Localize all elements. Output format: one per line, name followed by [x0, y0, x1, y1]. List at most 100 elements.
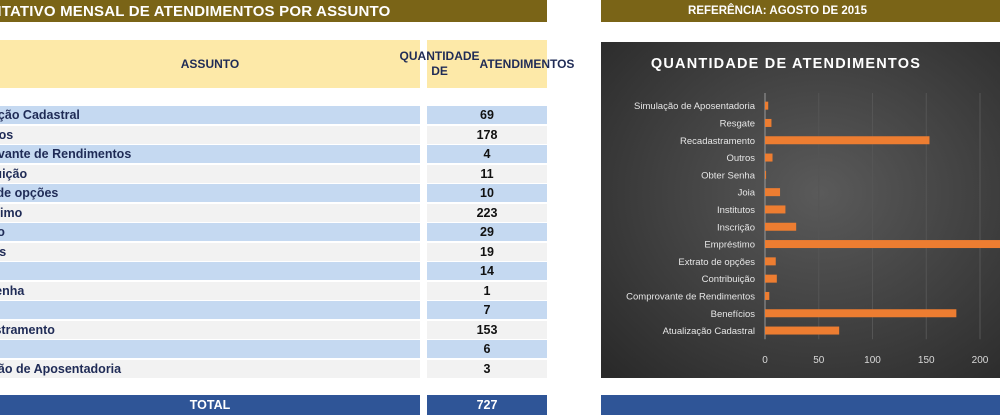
row-quantidade: 3 [427, 359, 547, 378]
bar [765, 188, 781, 197]
row-assunto-text: Atualização Cadastral [0, 108, 80, 122]
row-assunto-text: Institutos [0, 244, 7, 259]
bar [765, 274, 777, 283]
category-label: Obter Senha [701, 170, 756, 181]
x-tick-label: 50 [813, 355, 825, 366]
total-label: TOTAL [0, 395, 420, 415]
bar [765, 326, 840, 335]
row-assunto: Inscrição [0, 223, 420, 241]
x-tick-label: 0 [762, 355, 768, 366]
row-assunto-text: Comprovante de Rendimentos [0, 147, 132, 161]
chart-svg: QUANTIDADE DE ATENDIMENTOS Simulação de … [601, 42, 1000, 378]
row-assunto: Joia [0, 262, 420, 280]
row-assunto: Simulação de Aposentadoria [0, 359, 420, 378]
row-assunto: Institutos [0, 242, 420, 261]
header-qtd-line2: ATENDIMENTOS [479, 56, 575, 71]
bar [765, 257, 776, 266]
header-qtd-line1: QUANTIDADE DE [399, 49, 480, 78]
category-label: Resgate [720, 118, 755, 129]
row-assunto-text: Contribuição [0, 166, 28, 181]
header-quantidade: QUANTIDADE DE ATENDIMENTOS [400, 40, 574, 88]
row-assunto-text: Obter Senha [0, 283, 25, 298]
row-quantidade: 11 [427, 164, 547, 183]
bar [765, 136, 930, 145]
row-quantidade: 14 [427, 262, 547, 280]
bar [765, 153, 773, 162]
right-title: REFERÊNCIA: AGOSTO DE 2015 [688, 5, 867, 17]
row-assunto: Comprovante de Rendimentos [0, 145, 420, 163]
row-quantidade: 19 [427, 242, 547, 261]
x-tick-label: 200 [972, 355, 989, 366]
row-quantidade: 4 [427, 145, 547, 163]
table-row: Obter Senha 1 [0, 281, 547, 300]
category-label: Atualização Cadastral [663, 326, 755, 337]
category-label: Inscrição [717, 222, 755, 233]
table-row: Empréstimo 223 [0, 203, 547, 222]
row-quantidade: 29 [427, 223, 547, 241]
total-value: 727 [427, 395, 547, 415]
table-row: Simulação de Aposentadoria 3 [0, 359, 547, 378]
bar [765, 170, 767, 179]
table-row: Recadastramento 153 [0, 320, 547, 339]
row-quantidade: 178 [427, 125, 547, 144]
row-quantidade: 7 [427, 301, 547, 319]
header-assunto: ASSUNTO [0, 40, 420, 88]
category-label: Recadastramento [680, 136, 755, 147]
row-assunto: Atualização Cadastral [0, 106, 420, 124]
category-label: Outros [726, 153, 755, 164]
table-row: Extrato de opções 10 [0, 184, 547, 202]
table-row: Institutos 19 [0, 242, 547, 261]
category-label: Benefícios [711, 309, 756, 320]
row-assunto: Resgate [0, 340, 420, 358]
table-row: Inscrição 29 [0, 223, 547, 241]
bar [765, 309, 957, 318]
left-title: TITATIVO MENSAL DE ATENDIMENTOS POR ASSU… [0, 2, 391, 20]
row-assunto: Obter Senha [0, 281, 420, 300]
category-label: Joia [738, 188, 756, 199]
row-quantidade: 10 [427, 184, 547, 202]
category-label: Contribuição [702, 274, 755, 285]
category-label: Institutos [717, 205, 755, 216]
row-assunto: Recadastramento [0, 320, 420, 339]
row-assunto: Empréstimo [0, 203, 420, 222]
table-row: Contribuição 11 [0, 164, 547, 183]
row-assunto-text: Inscrição [0, 225, 5, 239]
table-row: Resgate 6 [0, 340, 547, 358]
right-title-banner: REFERÊNCIA: AGOSTO DE 2015 [601, 0, 1000, 22]
table-row: Comprovante de Rendimentos 4 [0, 145, 547, 163]
row-assunto: Contribuição [0, 164, 420, 183]
bar [765, 118, 772, 127]
table-row: Outros 7 [0, 301, 547, 319]
table-row: Joia 14 [0, 262, 547, 280]
category-label: Comprovante de Rendimentos [626, 291, 755, 302]
bar [765, 222, 797, 231]
row-quantidade: 1 [427, 281, 547, 300]
bar [765, 291, 770, 300]
row-quantidade: 153 [427, 320, 547, 339]
table-row: Benefícios 178 [0, 125, 547, 144]
bar [765, 205, 786, 214]
x-tick-label: 100 [864, 355, 881, 366]
row-assunto: Benefícios [0, 125, 420, 144]
row-quantidade: 69 [427, 106, 547, 124]
row-quantidade: 6 [427, 340, 547, 358]
row-assunto-text: Extrato de opções [0, 186, 59, 200]
row-assunto: Extrato de opções [0, 184, 420, 202]
row-assunto-text: Recadastramento [0, 322, 55, 337]
bar [765, 101, 769, 110]
left-title-banner: TITATIVO MENSAL DE ATENDIMENTOS POR ASSU… [0, 0, 547, 22]
bar [765, 240, 1000, 249]
attendance-chart: QUANTIDADE DE ATENDIMENTOS Simulação de … [601, 42, 1000, 378]
row-assunto-text: Empréstimo [0, 205, 23, 220]
chart-title: QUANTIDADE DE ATENDIMENTOS [651, 56, 921, 72]
category-label: Extrato de opções [678, 257, 755, 268]
table-row: Atualização Cadastral 69 [0, 106, 547, 124]
bottom-bar-right [601, 395, 1000, 415]
category-label: Simulação de Aposentadoria [634, 101, 756, 112]
row-assunto: Outros [0, 301, 420, 319]
x-tick-label: 150 [918, 355, 935, 366]
row-assunto-text: Benefícios [0, 127, 14, 142]
category-label: Empréstimo [704, 240, 755, 251]
row-assunto-text: Simulação de Aposentadoria [0, 361, 122, 376]
row-quantidade: 223 [427, 203, 547, 222]
